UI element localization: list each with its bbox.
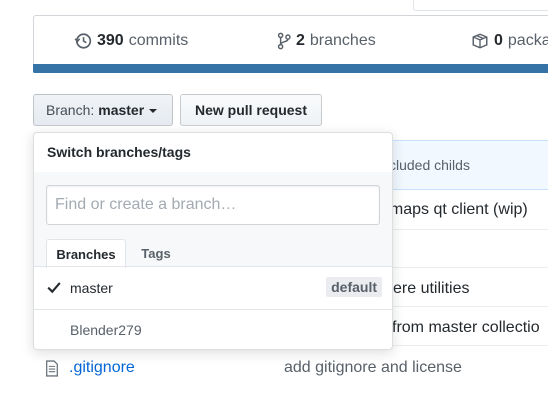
dropdown-title: Switch branches/tags bbox=[47, 144, 191, 160]
branch-select-label: Branch: bbox=[46, 102, 95, 118]
packages-count: 0 bbox=[494, 32, 503, 49]
branches-count: 2 bbox=[296, 32, 305, 49]
branch-item-master[interactable]: master default bbox=[34, 267, 392, 309]
row-commit-message: from master collectio bbox=[392, 319, 540, 336]
branch-item-label: master bbox=[70, 280, 113, 296]
top-right-card bbox=[413, 0, 548, 11]
new-pull-request-button[interactable]: New pull request bbox=[180, 94, 322, 126]
file-commit-message[interactable]: add gitignore and license bbox=[284, 359, 462, 377]
branches-label: branches bbox=[309, 32, 376, 49]
commits-label: commits bbox=[128, 32, 189, 49]
commits-count: 390 bbox=[97, 32, 124, 49]
branch-icon bbox=[277, 32, 291, 50]
branch-item-blender279[interactable]: Blender279 bbox=[34, 309, 392, 349]
branch-item-label: Blender279 bbox=[70, 322, 142, 338]
branch-dropdown: Switch branches/tags Branches Tags maste… bbox=[33, 132, 393, 350]
row-commit-message: ere utilities bbox=[393, 280, 470, 297]
file-name-link[interactable]: .gitignore bbox=[69, 359, 135, 377]
package-icon bbox=[472, 33, 488, 49]
packages-link[interactable]: 0 packa bbox=[471, 31, 548, 51]
row-commit-message: emaps qt client (wip) bbox=[381, 201, 528, 218]
default-badge: default bbox=[326, 277, 382, 297]
language-bar[interactable] bbox=[33, 64, 548, 73]
branch-filter-input[interactable] bbox=[46, 185, 380, 225]
branch-select-button[interactable]: Branch: master bbox=[33, 94, 173, 126]
file-icon bbox=[46, 360, 58, 377]
latest-commit-text: cluded childs bbox=[389, 157, 470, 173]
check-icon bbox=[47, 282, 61, 294]
branches-link[interactable]: 2 branches bbox=[277, 31, 376, 51]
table-row: .gitignore add gitignore and license bbox=[33, 352, 548, 384]
caret-down-icon bbox=[149, 109, 158, 113]
packages-label: packa bbox=[507, 32, 548, 49]
commits-link[interactable]: 390 commits bbox=[74, 31, 188, 51]
tab-branches[interactable]: Branches bbox=[46, 239, 126, 268]
branch-select-value: master bbox=[98, 102, 145, 118]
history-icon bbox=[74, 33, 92, 49]
tab-tags[interactable]: Tags bbox=[130, 239, 182, 267]
